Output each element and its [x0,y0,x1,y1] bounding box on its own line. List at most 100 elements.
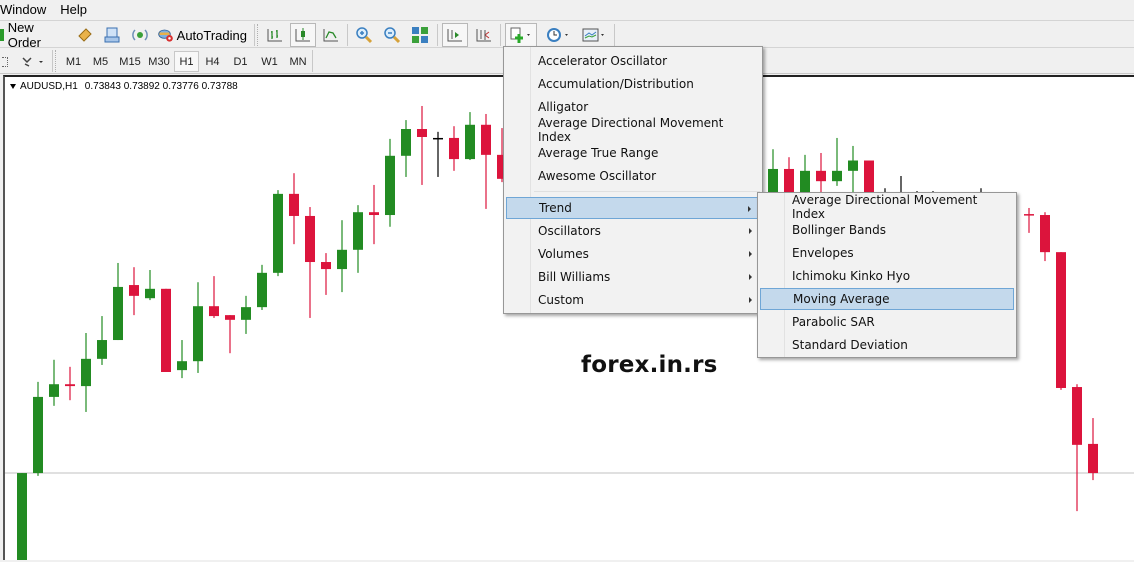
periods-button[interactable] [542,23,574,47]
tile-windows-icon [412,27,428,43]
timeframe-m1[interactable]: M1 [61,51,86,72]
timeframe-d1[interactable]: D1 [228,51,253,72]
left-candle-0 [17,473,27,560]
submenu-item-ichimoku[interactable]: Ichimoku Kinko Hyo [760,265,1014,287]
submenu-item-parabolic-sar[interactable]: Parabolic SAR [760,311,1014,333]
candlestick-button[interactable] [290,23,316,47]
menu-help[interactable]: Help [53,0,94,19]
right-3-candle-0 [816,152,826,192]
menu-item-accumulation-distribution[interactable]: Accumulation/Distribution [506,73,760,95]
left-candle-16 [273,190,283,277]
menu-item-average-directional-movement-index[interactable]: Average Directional Movement Index [506,116,760,144]
menu-window[interactable]: Window [0,0,53,19]
menu-item-trend[interactable]: Trend [506,197,760,219]
submenu-arrow-icon [748,206,751,212]
left-candle-2 [49,359,59,406]
line-chart-icon [323,29,338,42]
timeframe-w1[interactable]: W1 [257,51,282,72]
candle-body [369,212,379,216]
left-candle-9 [161,288,171,372]
candle-body [768,168,778,192]
candle-body [17,473,27,560]
left-candle-10 [177,340,187,379]
candle-body [864,160,874,192]
candle-body [481,124,491,155]
submenu-item-bollinger-bands[interactable]: Bollinger Bands [760,219,1014,241]
right-8-candle-0 [896,176,906,194]
menu-item-alligator[interactable]: Alligator [506,96,760,118]
candle-body [305,215,315,263]
candle-body [433,137,443,140]
market-watch-icon [78,28,92,42]
left-candle-13 [225,315,235,354]
new-order-button[interactable]: New Order [0,20,66,50]
right-0-candle-0 [768,149,778,192]
timeframe-h1[interactable]: H1 [174,51,199,72]
zoom-out-button[interactable] [380,23,404,47]
right-14-candle-0 [1056,252,1066,390]
menu-item-awesome-oscillator[interactable]: Awesome Oscillator [506,165,760,187]
watermark-text: forex.in.rs [581,352,718,378]
menu-item-label: Parabolic SAR [792,315,875,329]
right-1-candle-0 [784,157,794,192]
timeframe-mn[interactable]: MN [284,51,312,72]
left-candle-14 [241,295,251,334]
new-order-icon [0,29,4,41]
objects-dropdown[interactable] [18,50,48,74]
tile-windows-button[interactable] [408,23,432,47]
submenu-item-adx[interactable]: Average Directional Movement Index [760,193,1014,221]
timeframe-m15[interactable]: M15 [115,51,145,72]
menu-item-label: Average Directional Movement Index [538,116,724,144]
menu-item-label: Accumulation/Distribution [538,77,694,91]
menu-item-accelerator-oscillator[interactable]: Accelerator Oscillator [506,50,760,72]
left-candle-23 [385,138,395,227]
submenu-item-envelopes[interactable]: Envelopes [760,242,1014,264]
left-candle-18 [305,207,315,318]
menu-item-oscillators[interactable]: Oscillators [506,220,760,242]
periods-icon [547,28,568,42]
menu-item-average-true-range[interactable]: Average True Range [506,142,760,164]
menu-item-volumes[interactable]: Volumes [506,243,760,265]
left-candle-26 [433,131,443,177]
menu-item-label: Volumes [538,247,589,261]
bar-chart-button[interactable] [263,23,287,47]
candle-body [1072,387,1082,445]
crosshair-button[interactable] [0,50,10,74]
candle-body [209,306,219,317]
templates-button[interactable] [578,23,610,47]
autotrading-button[interactable]: AutoTrading [157,23,247,47]
signals-button[interactable] [129,23,151,47]
menu-divider [534,191,760,192]
menu-item-label: Average Directional Movement Index [792,193,978,221]
autotrading-icon [158,29,173,42]
timeframe-m5[interactable]: M5 [88,51,113,72]
data-window-button[interactable] [101,23,123,47]
candle-body [832,170,842,182]
auto-scroll-button[interactable] [442,23,468,47]
left-candle-28 [465,112,475,161]
candle-body [113,286,123,341]
standard-toolbar: New Order AutoTrading [0,20,1134,50]
line-chart-button[interactable] [319,23,343,47]
market-watch-button[interactable] [74,23,96,47]
candle-body [353,212,363,250]
autotrading-label: AutoTrading [176,27,247,43]
left-candle-6 [113,262,123,341]
left-candle-27 [449,126,459,171]
submenu-item-standard-deviation[interactable]: Standard Deviation [760,334,1014,356]
indicators-button[interactable] [505,23,537,47]
timeframe-m30[interactable]: M30 [145,51,173,72]
menu-item-custom[interactable]: Custom [506,289,760,311]
timeframe-h4[interactable]: H4 [200,51,225,72]
menu-item-label: Moving Average [793,292,890,306]
submenu-item-moving-average[interactable]: Moving Average [760,288,1014,310]
menu-item-label: Envelopes [792,246,854,260]
left-candle-1 [33,381,43,476]
zoom-in-button[interactable] [352,23,376,47]
chart-shift-button[interactable] [472,23,496,47]
left-candle-15 [257,264,267,310]
menu-item-bill-williams[interactable]: Bill Williams [506,266,760,288]
right-15-candle-0 [1072,384,1082,512]
navigator-icon [104,27,120,43]
left-candle-22 [369,184,379,245]
